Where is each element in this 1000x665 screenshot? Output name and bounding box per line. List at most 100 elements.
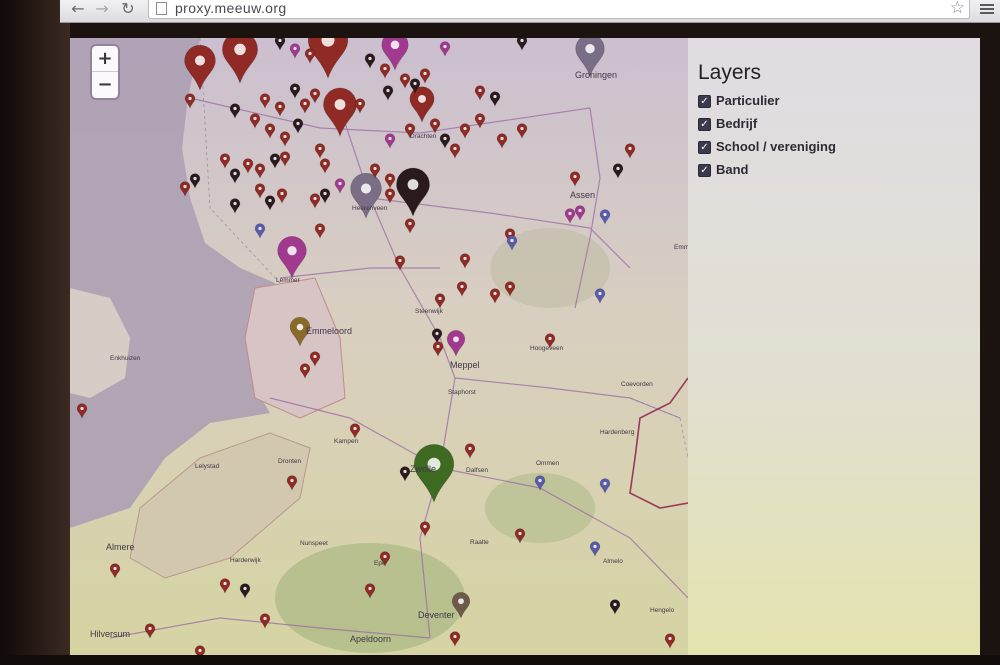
map-marker-icon[interactable] bbox=[419, 68, 431, 84]
map-canvas[interactable]: Groningen Assen Emmeloord Meppel Zwolle Almer… bbox=[70, 38, 688, 662]
map-marker-icon[interactable] bbox=[364, 53, 376, 69]
map-marker-icon[interactable] bbox=[319, 188, 331, 204]
map-marker-icon[interactable] bbox=[289, 43, 301, 59]
map-marker-icon[interactable] bbox=[464, 443, 476, 459]
layer-label-school: School / vereniging bbox=[716, 139, 836, 154]
map-marker-icon[interactable] bbox=[489, 91, 501, 107]
map-marker-icon[interactable] bbox=[314, 143, 326, 159]
map-marker-icon[interactable] bbox=[439, 41, 451, 57]
map-marker-icon[interactable] bbox=[242, 158, 254, 174]
map-marker-icon[interactable] bbox=[516, 123, 528, 139]
map-marker-icon[interactable] bbox=[354, 98, 366, 114]
reload-icon[interactable]: ↻ bbox=[118, 0, 138, 18]
map-marker-icon[interactable] bbox=[319, 158, 331, 174]
map-marker-icon[interactable] bbox=[384, 173, 396, 189]
address-bar-url[interactable]: proxy.meeuw.org bbox=[175, 0, 287, 17]
map-marker-icon[interactable] bbox=[269, 153, 281, 169]
map-marker-icon[interactable] bbox=[249, 113, 261, 129]
map-marker-icon[interactable] bbox=[299, 98, 311, 114]
map-marker-icon[interactable] bbox=[432, 341, 444, 357]
map-marker-icon[interactable] bbox=[307, 38, 349, 79]
map-marker-icon[interactable] bbox=[309, 88, 321, 104]
map-marker-icon[interactable] bbox=[219, 578, 231, 594]
map-marker-icon[interactable] bbox=[229, 103, 241, 119]
map-marker-icon[interactable] bbox=[277, 236, 307, 279]
checkbox-band[interactable]: ✓ bbox=[698, 164, 711, 177]
map-marker-icon[interactable] bbox=[219, 153, 231, 169]
map-marker-icon[interactable] bbox=[259, 93, 271, 109]
map-marker-icon[interactable] bbox=[594, 288, 606, 304]
map-marker-icon[interactable] bbox=[274, 38, 286, 51]
map-marker-icon[interactable] bbox=[304, 48, 316, 64]
map-marker-icon[interactable] bbox=[379, 63, 391, 79]
place-label: Dalfsen bbox=[466, 467, 488, 474]
map-marker-icon[interactable] bbox=[279, 131, 291, 147]
map-marker-icon[interactable] bbox=[189, 173, 201, 189]
map-marker-icon[interactable] bbox=[439, 133, 451, 149]
map-marker-icon[interactable] bbox=[239, 583, 251, 599]
map-marker-icon[interactable] bbox=[599, 478, 611, 494]
address-bar[interactable]: proxy.meeuw.org ☆ bbox=[148, 0, 970, 19]
checkbox-bedrijf[interactable]: ✓ bbox=[698, 118, 711, 131]
map-marker-icon[interactable] bbox=[434, 293, 446, 309]
star-icon[interactable]: ☆ bbox=[950, 0, 965, 17]
map-marker-icon[interactable] bbox=[279, 151, 291, 167]
map-marker-icon[interactable] bbox=[589, 541, 601, 557]
forward-arrow-icon[interactable]: → bbox=[92, 0, 112, 18]
map-marker-icon[interactable] bbox=[309, 193, 321, 209]
map-marker-icon[interactable] bbox=[229, 168, 241, 184]
map-marker-icon[interactable] bbox=[289, 83, 301, 99]
map-marker-icon[interactable] bbox=[459, 123, 471, 139]
checkbox-school[interactable]: ✓ bbox=[698, 141, 711, 154]
map-marker-icon[interactable] bbox=[254, 183, 266, 199]
map-marker-icon[interactable] bbox=[459, 253, 471, 269]
map-marker-icon[interactable] bbox=[222, 38, 258, 84]
map-marker-icon[interactable] bbox=[474, 85, 486, 101]
zoom-out-button[interactable]: − bbox=[92, 72, 118, 97]
map-marker-icon[interactable] bbox=[254, 223, 266, 239]
map-marker-icon[interactable] bbox=[446, 330, 466, 357]
checkbox-particulier[interactable]: ✓ bbox=[698, 95, 711, 108]
map-marker-icon[interactable] bbox=[409, 86, 435, 123]
place-label: Zwolle bbox=[410, 464, 436, 474]
map-marker-icon[interactable] bbox=[474, 113, 486, 129]
map-marker-icon[interactable] bbox=[664, 633, 676, 649]
map-marker-icon[interactable] bbox=[599, 209, 611, 225]
map-marker-icon[interactable] bbox=[624, 143, 636, 159]
map-marker-icon[interactable] bbox=[574, 205, 586, 221]
map-marker-icon[interactable] bbox=[399, 73, 411, 89]
map-marker-icon[interactable] bbox=[274, 101, 286, 117]
map-marker-icon[interactable] bbox=[276, 188, 288, 204]
map-marker-icon[interactable] bbox=[564, 208, 576, 224]
map-marker-icon[interactable] bbox=[264, 123, 276, 139]
map-marker-icon[interactable] bbox=[516, 38, 528, 51]
map-marker-icon[interactable] bbox=[254, 163, 266, 179]
map-marker-icon[interactable] bbox=[612, 163, 624, 179]
map-marker-icon[interactable] bbox=[489, 288, 501, 304]
map-marker-icon[interactable] bbox=[456, 281, 468, 297]
hamburger-menu-icon[interactable] bbox=[980, 4, 994, 15]
map-marker-icon[interactable] bbox=[399, 466, 411, 482]
map-marker-icon[interactable] bbox=[384, 133, 396, 149]
map-view[interactable]: Groningen Assen Emmeloord Meppel Zwolle Almer… bbox=[70, 38, 688, 662]
map-marker-icon[interactable] bbox=[144, 623, 156, 639]
map-marker-icon[interactable] bbox=[264, 195, 276, 211]
map-marker-icon[interactable] bbox=[292, 118, 304, 134]
map-marker-icon[interactable] bbox=[404, 218, 416, 234]
map-marker-icon[interactable] bbox=[334, 178, 346, 194]
map-marker-icon[interactable] bbox=[609, 599, 621, 615]
map-marker-icon[interactable] bbox=[396, 167, 430, 217]
map-marker-icon[interactable] bbox=[349, 423, 361, 439]
map-marker-icon[interactable] bbox=[109, 563, 121, 579]
map-marker-icon[interactable] bbox=[382, 85, 394, 101]
map-marker-icon[interactable] bbox=[496, 133, 508, 149]
map-marker-icon[interactable] bbox=[569, 171, 581, 187]
map-marker-icon[interactable] bbox=[259, 613, 271, 629]
road bbox=[189, 97, 591, 134]
zoom-in-button[interactable]: + bbox=[92, 46, 118, 71]
map-marker-icon[interactable] bbox=[229, 198, 241, 214]
map-marker-icon[interactable] bbox=[314, 223, 326, 239]
map-marker-icon[interactable] bbox=[449, 143, 461, 159]
back-arrow-icon[interactable]: ← bbox=[68, 0, 88, 18]
map-marker-icon[interactable] bbox=[449, 631, 461, 647]
